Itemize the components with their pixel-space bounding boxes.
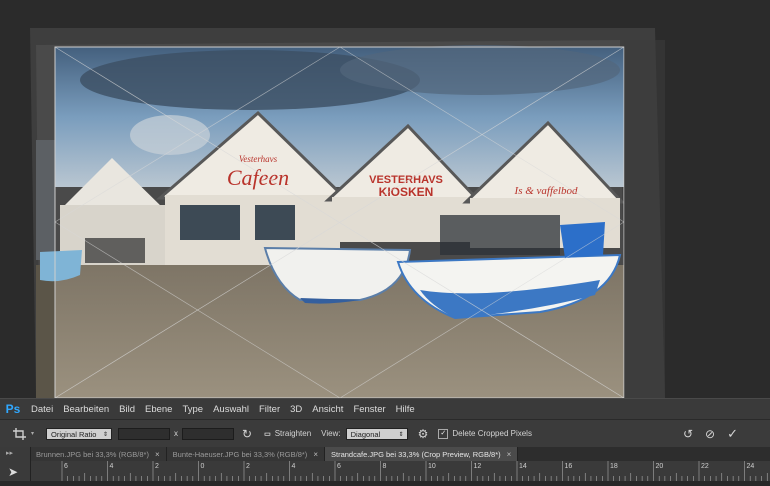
dropdown-arrows-icon: ⇕: [102, 431, 109, 438]
photo-sign-cafe-top: Vesterhavs: [239, 154, 278, 164]
ruler-scale: 6 4 2 0 2 4 6 8 10 12 14 16 18 20 22 24: [61, 461, 768, 481]
tab-label: Brunnen.JPG bei 33,3% (RGB/8*): [36, 449, 149, 459]
horizontal-ruler[interactable]: 6 4 2 0 2 4 6 8 10 12 14 16 18 20 22 24: [0, 461, 770, 481]
move-tool-icon[interactable]: ➤: [0, 457, 30, 479]
ruler-label: 12: [474, 463, 482, 470]
height-input[interactable]: [182, 427, 235, 440]
menu-hilfe[interactable]: Hilfe: [391, 404, 420, 415]
ruler-label: 24: [747, 463, 755, 470]
menu-ansicht[interactable]: Ansicht: [307, 404, 348, 415]
close-icon[interactable]: ×: [155, 450, 160, 459]
crop-tool-preset-button[interactable]: ▾: [12, 427, 34, 441]
delete-cropped-label: Delete Cropped Pixels: [452, 429, 532, 438]
commit-checkmark-icon[interactable]: ✓: [727, 426, 738, 442]
straighten-icon[interactable]: ▭: [264, 430, 271, 438]
menu-fenster[interactable]: Fenster: [348, 404, 390, 415]
ruler-label: 20: [656, 463, 664, 470]
menu-filter[interactable]: Filter: [254, 404, 285, 415]
ruler-label: 0: [201, 463, 205, 470]
ruler-label: 4: [110, 463, 114, 470]
delete-cropped-checkbox[interactable]: ✓: [438, 428, 449, 439]
straighten-label[interactable]: Straighten: [275, 429, 311, 438]
view-overlay-value: Diagonal: [350, 429, 381, 439]
menu-bild[interactable]: Bild: [114, 404, 140, 415]
ruler-label: 2: [155, 463, 159, 470]
photo-sign-ice: Is & vaffelbod: [514, 185, 578, 197]
tab-label: Bunte-Haeuser.JPG bei 33,3% (RGB/8*): [172, 449, 308, 459]
tool-options-bar: ▾ Original Ratio ⇕ x ↻ ▭ Straighten View…: [0, 419, 770, 448]
times-sign: x: [174, 429, 179, 438]
menu-type[interactable]: Type: [177, 404, 208, 415]
cancel-icon[interactable]: ⊘: [705, 427, 715, 441]
document-canvas[interactable]: Cafeen Vesterhavs VESTERHAVS KIOSKEN Is …: [0, 0, 770, 398]
ruler-label: 14: [519, 463, 527, 470]
gear-icon[interactable]: ⚙: [418, 427, 429, 441]
menu-auswahl[interactable]: Auswahl: [208, 404, 254, 415]
tab-strandcafe[interactable]: Strandcafe.JPG bei 33,3% (Crop Preview, …: [324, 447, 519, 461]
document-tabs: Brunnen.JPG bei 33,3% (RGB/8*) × Bunte-H…: [0, 447, 770, 461]
photo-crop-preview[interactable]: Cafeen Vesterhavs VESTERHAVS KIOSKEN Is …: [0, 0, 770, 398]
menu-datei[interactable]: Datei: [26, 404, 58, 415]
photo-sign-kiosk: KIOSKEN: [379, 185, 434, 199]
ratio-dropdown[interactable]: Original Ratio ⇕: [46, 427, 113, 440]
reset-icon[interactable]: ↺: [683, 427, 693, 441]
tab-bunte-haeuser[interactable]: Bunte-Haeuser.JPG bei 33,3% (RGB/8*) ×: [166, 447, 325, 461]
close-icon[interactable]: ×: [507, 450, 512, 459]
photo-sign-cafe: Cafeen: [227, 165, 289, 190]
ruler-label: 16: [565, 463, 573, 470]
ruler-label: 2: [246, 463, 250, 470]
ruler-label: 22: [701, 463, 709, 470]
menu-bearbeiten[interactable]: Bearbeiten: [58, 404, 114, 415]
menu-ebene[interactable]: Ebene: [140, 404, 177, 415]
collapse-arrows-icon[interactable]: ▸▸: [0, 447, 30, 457]
ratio-dropdown-value: Original Ratio: [51, 429, 97, 439]
chevron-down-icon: ▾: [31, 431, 35, 437]
ruler-label: 6: [337, 463, 341, 470]
ruler-label: 6: [64, 463, 68, 470]
menu-bar: Ps Datei Bearbeiten Bild Ebene Type Ausw…: [0, 398, 770, 419]
tools-panel: ▸▸ ➤: [0, 447, 31, 481]
dropdown-arrows-icon: ⇕: [398, 431, 404, 438]
close-icon[interactable]: ×: [313, 450, 318, 459]
view-overlay-dropdown[interactable]: Diagonal ⇕: [345, 427, 408, 440]
menu-3d[interactable]: 3D: [285, 404, 307, 415]
ruler-label: 8: [383, 463, 387, 470]
crop-icon: [13, 427, 26, 440]
ruler-label: 10: [428, 463, 436, 470]
width-input[interactable]: [118, 427, 171, 440]
ruler-label: 4: [292, 463, 296, 470]
photoshop-logo-icon: Ps: [5, 402, 21, 416]
view-label: View:: [321, 429, 341, 438]
tab-brunnen[interactable]: Brunnen.JPG bei 33,3% (RGB/8*) ×: [30, 447, 167, 461]
ruler-label: 18: [610, 463, 618, 470]
tab-label: Strandcafe.JPG bei 33,3% (Crop Preview, …: [330, 449, 501, 459]
swap-dimensions-icon[interactable]: ↻: [242, 427, 252, 441]
